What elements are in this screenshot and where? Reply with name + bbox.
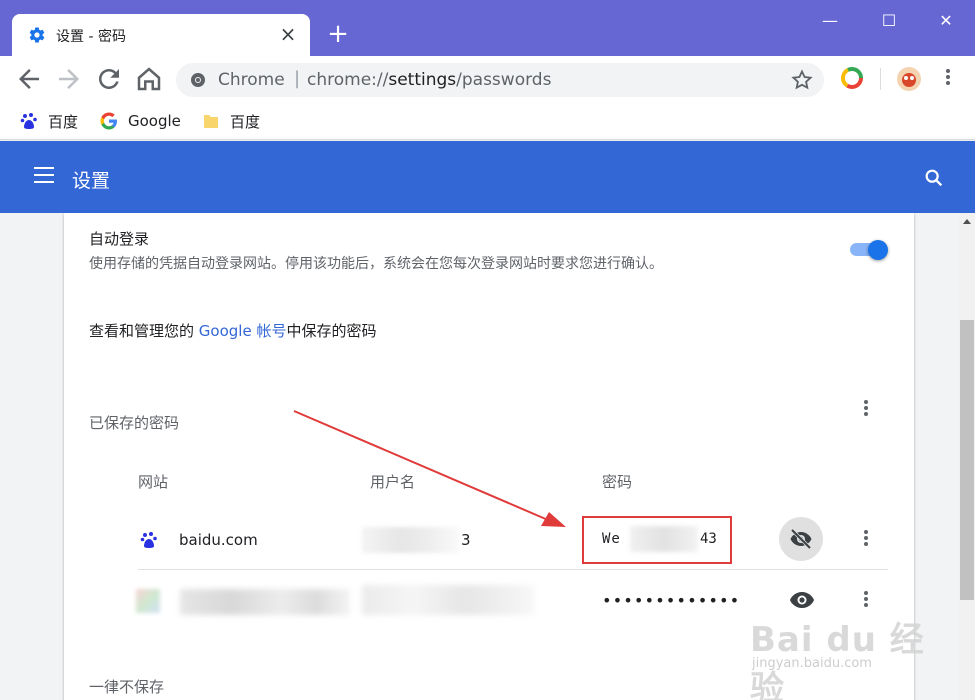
search-icon[interactable] xyxy=(923,167,945,189)
maximize-button[interactable]: ☐ xyxy=(874,6,904,36)
eye-icon[interactable] xyxy=(788,589,816,611)
bookmark-google[interactable]: Google xyxy=(100,110,181,132)
annotation-highlight-box xyxy=(582,516,732,564)
saved-passwords-title: 已保存的密码 xyxy=(89,414,180,432)
url-prefix: chrome:// xyxy=(307,70,389,90)
reload-icon[interactable] xyxy=(94,64,124,94)
page-scrollbar[interactable] xyxy=(959,213,975,700)
tab-close-icon[interactable]: × xyxy=(276,22,300,46)
folder-icon xyxy=(204,115,218,128)
site-icon-redaction xyxy=(136,589,160,613)
address-bar[interactable]: Chrome | chrome://settings/passwords xyxy=(176,63,824,97)
url-path: /passwords xyxy=(456,70,552,90)
bookmark-label: 百度 xyxy=(48,112,79,131)
column-header-username: 用户名 xyxy=(370,473,416,491)
google-g-icon xyxy=(100,112,117,130)
extension-color-ring-icon[interactable] xyxy=(840,66,864,90)
row-password-masked: ••••••••••••• xyxy=(602,591,741,610)
manage-passwords-text: 查看和管理您的 Google 帐号中保存的密码 xyxy=(89,320,376,341)
scroll-up-arrow-icon[interactable] xyxy=(963,219,971,224)
bookmark-star-icon[interactable] xyxy=(790,68,814,92)
bookmarks-bar: 百度 Google 百度 xyxy=(0,102,975,140)
column-header-password: 密码 xyxy=(602,473,633,491)
hamburger-menu-icon[interactable] xyxy=(34,167,54,185)
browser-menu-icon[interactable] xyxy=(936,67,960,91)
toggle-knob xyxy=(868,240,888,260)
username-redaction xyxy=(362,527,460,553)
close-window-button[interactable]: ✕ xyxy=(931,6,961,36)
manage-prefix: 查看和管理您的 xyxy=(89,322,195,340)
column-header-site: 网站 xyxy=(138,473,169,491)
autologin-description: 使用存储的凭据自动登录网站。停用该功能后，系统会在您每次登录网站时要求您进行确认… xyxy=(89,256,663,272)
tab-strip: 设置 - 密码 × + — ☐ ✕ xyxy=(0,0,975,56)
autologin-title: 自动登录 xyxy=(89,230,150,248)
eye-off-icon xyxy=(790,528,812,550)
never-saved-title: 一律不保存 xyxy=(89,678,165,696)
omnibox-separator: | xyxy=(294,68,301,89)
baidu-jingyan-watermark: Bai du 经验 jingyan.baidu.com xyxy=(750,612,950,700)
row-menu-icon[interactable] xyxy=(854,528,878,552)
chrome-logo-icon xyxy=(191,73,205,87)
autologin-toggle[interactable] xyxy=(850,240,888,260)
manage-suffix: 中保存的密码 xyxy=(286,322,377,340)
row-divider xyxy=(138,569,888,570)
row-username: 3 xyxy=(461,531,471,549)
site-name-redaction xyxy=(180,589,350,615)
hide-password-button[interactable] xyxy=(779,517,823,561)
tab-title: 设置 - 密码 xyxy=(56,29,126,45)
username-redaction xyxy=(362,585,534,615)
profile-avatar[interactable] xyxy=(896,66,922,92)
bookmark-baidu[interactable]: 百度 xyxy=(20,110,78,132)
browser-toolbar: Chrome | chrome://settings/passwords xyxy=(0,56,975,102)
bookmark-folder-baidu[interactable]: 百度 xyxy=(202,110,260,132)
baidu-paw-icon xyxy=(140,532,157,548)
home-icon[interactable] xyxy=(134,64,164,94)
settings-title: 设置 xyxy=(72,170,111,192)
tab-settings-passwords[interactable]: 设置 - 密码 × xyxy=(12,14,310,56)
bookmark-label: Google xyxy=(128,112,181,130)
row-menu-icon[interactable] xyxy=(854,589,878,613)
url-host: settings xyxy=(388,70,457,90)
back-arrow-icon[interactable] xyxy=(14,64,44,94)
settings-header: 设置 xyxy=(0,141,975,213)
bookmark-label: 百度 xyxy=(230,112,261,131)
minimize-button[interactable]: — xyxy=(815,6,845,36)
new-tab-button[interactable]: + xyxy=(324,20,352,48)
scrollbar-thumb[interactable] xyxy=(960,320,974,600)
google-account-link[interactable]: Google 帐号 xyxy=(199,322,287,340)
baidu-paw-icon xyxy=(20,113,37,129)
toolbar-divider xyxy=(880,68,881,90)
row-site-name[interactable]: baidu.com xyxy=(179,531,258,549)
gear-icon xyxy=(29,27,45,43)
watermark-sub: jingyan.baidu.com xyxy=(752,656,872,671)
omnibox-scheme-label: Chrome xyxy=(218,70,285,90)
omnibox-url: chrome://settings/passwords xyxy=(307,70,551,90)
saved-passwords-menu-icon[interactable] xyxy=(854,398,878,422)
forward-arrow-icon[interactable] xyxy=(54,64,84,94)
